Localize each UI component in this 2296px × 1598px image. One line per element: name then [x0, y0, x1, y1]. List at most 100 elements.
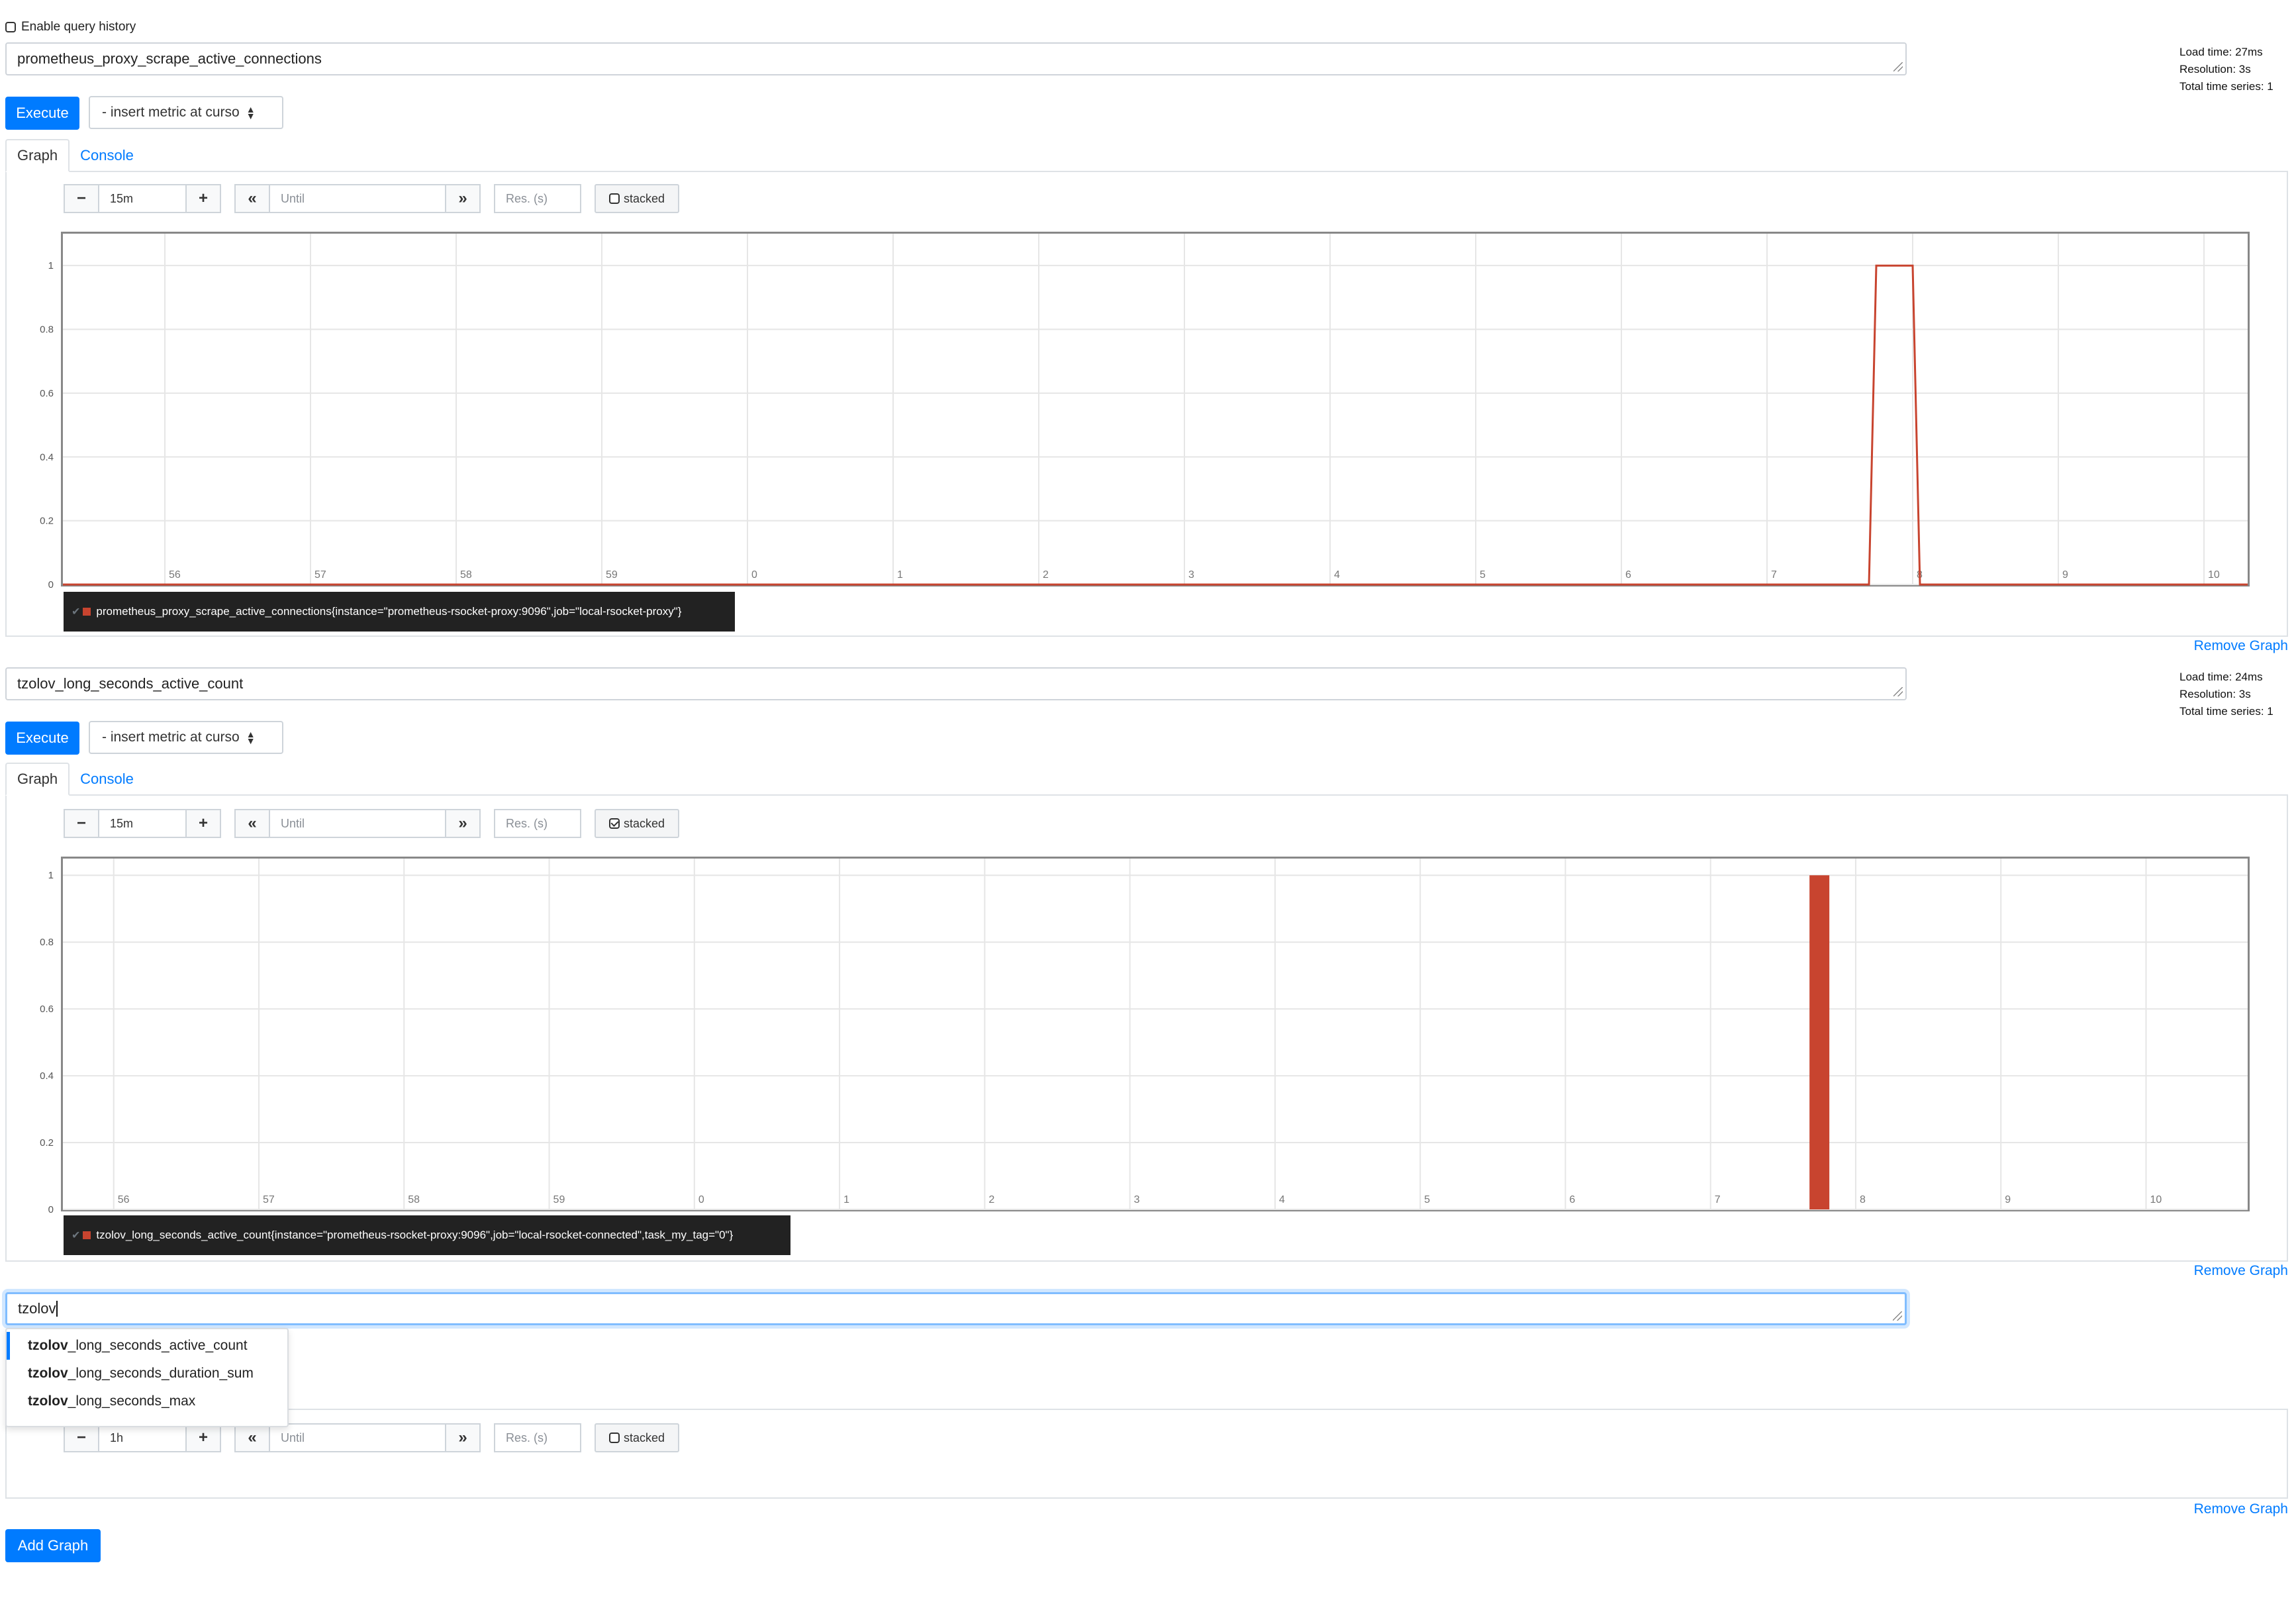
tab-graph[interactable]: Graph: [5, 139, 70, 172]
resolution-input[interactable]: Res. (s): [494, 184, 581, 213]
range-input[interactable]: 15m: [98, 809, 187, 838]
remove-graph-link[interactable]: Remove Graph: [2194, 638, 2288, 654]
resolution-input[interactable]: Res. (s): [494, 1423, 581, 1452]
range-increase-button[interactable]: +: [185, 184, 221, 213]
graph-panel: [5, 1409, 2288, 1499]
graph-chart: 0 0.2 0.4 0.6 0.8 1 56 57 58 59 0 1 2 3 4 5 6 7 8 9 10: [40, 857, 2250, 1215]
until-placeholder: Until: [281, 191, 305, 205]
x-tick-label: 0: [751, 569, 757, 581]
range-decrease-button[interactable]: −: [64, 809, 99, 838]
fast-forward-icon: »: [458, 189, 467, 207]
resize-handle-icon[interactable]: [1893, 687, 1903, 696]
x-tick-label: 4: [1279, 1194, 1285, 1205]
minus-icon: −: [76, 814, 86, 832]
stacked-checkbox[interactable]: [608, 193, 620, 204]
x-tick-label: 6: [1569, 1194, 1575, 1205]
until-input[interactable]: Until: [269, 809, 446, 838]
chart-svg: 00.20.40.60.8156 57 58 59 0 1 2 3 4 5 6 7 8 9 10: [40, 859, 2248, 1215]
remove-graph-link[interactable]: Remove Graph: [2194, 1263, 2288, 1279]
load-time: Load time: 24ms: [2179, 671, 2263, 683]
range-value: 15m: [110, 816, 134, 830]
expression-text: tzolov_long_seconds_active_count: [17, 675, 244, 692]
resolution: Resolution: 3s: [2179, 63, 2251, 75]
legend-series-label[interactable]: tzolov_long_seconds_active_count{instanc…: [96, 1229, 733, 1242]
time-back-button[interactable]: «: [234, 184, 270, 213]
tab-console[interactable]: Console: [70, 139, 144, 172]
range-value: 15m: [110, 191, 134, 205]
y-tick-label: 0.4: [40, 1070, 54, 1082]
expression-text: prometheus_proxy_scrape_active_connectio…: [17, 50, 322, 67]
y-tick-label: 0: [48, 1204, 54, 1215]
y-tick-label: 0.2: [40, 1137, 54, 1149]
query-history-toggle[interactable]: Enable query history: [5, 17, 136, 37]
time-forward-button[interactable]: »: [445, 1423, 481, 1452]
x-tick-label: 9: [2005, 1194, 2011, 1205]
time-back-button[interactable]: «: [234, 1423, 270, 1452]
range-input[interactable]: 15m: [98, 184, 187, 213]
autocomplete-match: tzolov: [28, 1338, 68, 1353]
autocomplete-item[interactable]: tzolov _long_seconds_active_count: [7, 1332, 248, 1360]
range-increase-button[interactable]: +: [185, 809, 221, 838]
y-tick-label: 0.4: [40, 451, 54, 463]
range-increase-button[interactable]: +: [185, 1423, 221, 1452]
resolution-placeholder: Res. (s): [506, 191, 548, 205]
series-line: [63, 264, 2248, 586]
x-tick-label: 1: [897, 569, 903, 581]
execute-button[interactable]: Execute: [5, 97, 79, 130]
execute-button[interactable]: Execute: [5, 722, 79, 755]
stacked-toggle[interactable]: stacked: [595, 184, 679, 213]
add-graph-button[interactable]: Add Graph: [5, 1529, 101, 1562]
series-swatch[interactable]: [83, 1231, 91, 1239]
stacked-label: stacked: [623, 191, 665, 205]
stacked-toggle[interactable]: stacked: [595, 809, 679, 838]
resize-handle-icon[interactable]: [1893, 62, 1903, 71]
resize-handle-icon[interactable]: [1893, 1311, 1902, 1321]
until-placeholder: Until: [281, 1431, 305, 1444]
tab-graph[interactable]: Graph: [5, 763, 70, 796]
insert-metric-select[interactable]: - insert metric at curso ▲ ▼: [89, 721, 283, 754]
autocomplete-rest: _long_seconds_active_count: [68, 1338, 248, 1353]
until-input[interactable]: Until: [269, 1423, 446, 1452]
time-forward-button[interactable]: »: [445, 184, 481, 213]
x-tick-label: 56: [169, 569, 181, 581]
x-tick-label: 3: [1188, 569, 1194, 581]
range-decrease-button[interactable]: −: [64, 1423, 99, 1452]
total-time-series: Total time series: 1: [2179, 705, 2273, 718]
plus-icon: +: [198, 814, 208, 832]
x-tick-label: 3: [1134, 1194, 1140, 1205]
text-cursor: [56, 1301, 58, 1317]
insert-metric-value: - insert metric at curso: [102, 105, 240, 120]
time-back-button[interactable]: «: [234, 809, 270, 838]
time-forward-button[interactable]: »: [445, 809, 481, 838]
x-tick-label: 2: [1043, 569, 1049, 581]
x-tick-label: 59: [606, 569, 618, 581]
autocomplete-item[interactable]: tzolov _long_seconds_duration_sum: [7, 1360, 254, 1387]
insert-metric-select[interactable]: - insert metric at curso ▲ ▼: [89, 96, 283, 129]
rewind-icon: «: [248, 1429, 257, 1446]
x-tick-label: 4: [1334, 569, 1340, 581]
remove-graph-link[interactable]: Remove Graph: [2194, 1501, 2288, 1517]
minus-icon: −: [76, 189, 86, 207]
stacked-checkbox[interactable]: [608, 818, 620, 829]
minus-icon: −: [76, 1429, 86, 1446]
query-stats: Load time: 24ms Resolution: 3s Total tim…: [2179, 669, 2296, 720]
until-placeholder: Until: [281, 816, 305, 830]
x-tick-label: 58: [460, 569, 472, 581]
expression-input[interactable]: tzolov: [5, 1292, 1907, 1325]
series-swatch[interactable]: [83, 608, 91, 616]
autocomplete-rest: _long_seconds_duration_sum: [68, 1366, 254, 1381]
until-input[interactable]: Until: [269, 184, 446, 213]
expression-input[interactable]: prometheus_proxy_scrape_active_connectio…: [5, 42, 1907, 75]
autocomplete-item[interactable]: tzolov _long_seconds_max: [7, 1387, 195, 1415]
query-history-checkbox[interactable]: [5, 22, 16, 32]
resolution-input[interactable]: Res. (s): [494, 809, 581, 838]
stacked-checkbox[interactable]: [608, 1433, 620, 1443]
expression-input[interactable]: tzolov_long_seconds_active_count: [5, 667, 1907, 700]
stacked-toggle[interactable]: stacked: [595, 1423, 679, 1452]
range-decrease-button[interactable]: −: [64, 184, 99, 213]
tab-console[interactable]: Console: [70, 763, 144, 796]
y-tick-label: 1: [48, 260, 54, 271]
autocomplete-match: tzolov: [28, 1393, 68, 1409]
legend-series-label[interactable]: prometheus_proxy_scrape_active_connectio…: [96, 605, 681, 618]
range-input[interactable]: 1h: [98, 1423, 187, 1452]
